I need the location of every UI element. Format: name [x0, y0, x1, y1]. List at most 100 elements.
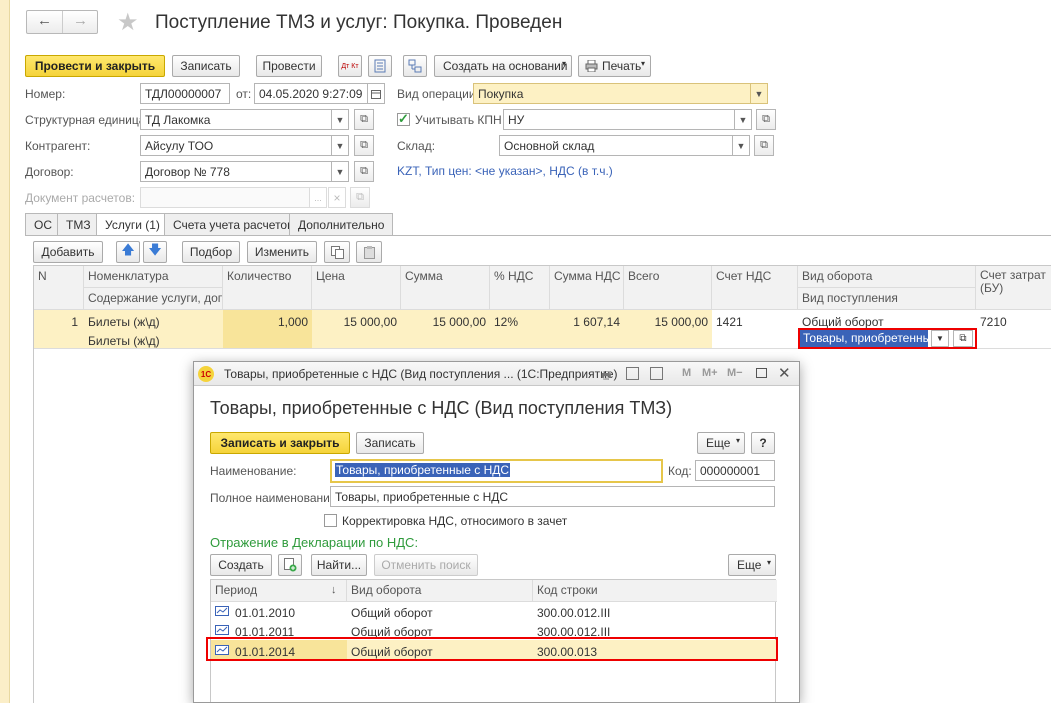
row-quantity[interactable]: 1,000: [223, 312, 312, 332]
dt-kt-icon[interactable]: Дт Кт: [338, 55, 362, 77]
tab-os[interactable]: ОС: [25, 213, 61, 235]
help-button[interactable]: ?: [751, 432, 775, 454]
chevron-down-icon[interactable]: ▼: [750, 83, 768, 104]
vat-correction-checkbox[interactable]: [324, 514, 337, 527]
unit-field[interactable]: ТД Лакомка: [140, 109, 332, 130]
chevron-down-icon[interactable]: ▼: [331, 161, 349, 182]
col-sum[interactable]: Сумма: [401, 266, 490, 310]
date-label: от:: [236, 87, 252, 101]
name-field[interactable]: Товары, приобретенные с НДС: [330, 459, 663, 483]
row-nomenclature[interactable]: Билеты (ж\д): [84, 312, 223, 332]
table-row[interactable]: 01.01.2010 Общий оборот 300.00.012.III: [211, 602, 777, 621]
move-up-icon[interactable]: 🡅: [116, 241, 140, 263]
code-field[interactable]: 000000001: [695, 460, 775, 481]
add-copy-icon[interactable]: [278, 554, 302, 576]
row-price[interactable]: 15 000,00: [312, 312, 401, 332]
chevron-down-icon[interactable]: ▼: [331, 109, 349, 130]
close-icon[interactable]: ✕: [778, 364, 791, 382]
change-button[interactable]: Изменить: [247, 241, 317, 263]
col-vat-account[interactable]: Счет НДС: [712, 266, 798, 310]
fullname-field[interactable]: Товары, приобретенные с НДС: [330, 486, 775, 507]
forward-icon[interactable]: →: [73, 12, 88, 29]
col-turnover-type[interactable]: Вид оборота: [347, 580, 533, 602]
memory-plus-icon[interactable]: M+: [702, 367, 718, 379]
col-service-content[interactable]: Содержание услуги, доп.: [84, 288, 223, 310]
col-turnover[interactable]: Вид оборота: [798, 266, 976, 288]
record-icon: [215, 606, 229, 616]
col-row-code[interactable]: Код строки: [533, 580, 777, 602]
copy-icon[interactable]: [324, 241, 350, 263]
memory-minus-icon[interactable]: M−: [727, 367, 743, 379]
col-nomenclature[interactable]: Номенклатура: [84, 266, 223, 288]
row-total[interactable]: 15 000,00: [624, 312, 712, 332]
tab-services[interactable]: Услуги (1): [96, 213, 169, 236]
price-info-link[interactable]: KZT, Тип цен: <не указан>, НДС (в т.ч.): [397, 164, 613, 178]
chevron-down-icon: ▾: [735, 436, 740, 445]
dialog-save-button[interactable]: Записать: [356, 432, 424, 454]
tab-tmz[interactable]: ТМЗ: [57, 213, 100, 235]
paste-icon[interactable]: [356, 241, 382, 263]
open-icon[interactable]: ⧉: [756, 109, 776, 130]
move-down-icon[interactable]: 🡇: [143, 241, 167, 263]
back-icon[interactable]: ←: [37, 12, 52, 29]
col-n[interactable]: N: [34, 266, 84, 310]
structure-icon-svg: [408, 59, 422, 73]
post-close-button[interactable]: Провести и закрыть: [25, 55, 165, 77]
select-button[interactable]: Подбор: [182, 241, 240, 263]
open-icon[interactable]: ⧉: [354, 135, 374, 156]
row-sum[interactable]: 15 000,00: [401, 312, 490, 332]
col-receipt-type[interactable]: Вид поступления: [798, 288, 976, 310]
col-cost-account[interactable]: Счет затрат (БУ): [976, 266, 1051, 310]
sort-down-icon[interactable]: ↓: [331, 584, 337, 596]
col-vat-sum[interactable]: Сумма НДС: [550, 266, 624, 310]
warehouse-field[interactable]: Основной склад: [499, 135, 733, 156]
kpn-field[interactable]: НУ: [503, 109, 735, 130]
print-icon[interactable]: 🖶: [601, 367, 611, 386]
add-button[interactable]: Добавить: [33, 241, 103, 263]
col-period[interactable]: Период: [211, 580, 347, 602]
calendar-icon[interactable]: [367, 83, 385, 104]
row-period: 01.01.2010: [235, 606, 296, 620]
tab-settlement-accounts[interactable]: Счета учета расчетов: [164, 213, 303, 235]
save-button[interactable]: Записать: [172, 55, 240, 77]
contractor-field[interactable]: Айсулу ТОО: [140, 135, 332, 156]
table-icon[interactable]: [626, 367, 639, 380]
contract-field[interactable]: Договор № 778: [140, 161, 332, 182]
open-icon[interactable]: ⧉: [354, 109, 374, 130]
structure-icon[interactable]: [403, 55, 427, 77]
col-vat-pct[interactable]: % НДС: [490, 266, 550, 310]
col-total[interactable]: Всего: [624, 266, 712, 310]
list-icon[interactable]: [368, 55, 392, 77]
tab-additional[interactable]: Дополнительно: [289, 213, 394, 235]
chevron-down-icon[interactable]: ▼: [331, 135, 349, 156]
cancel-find-button: Отменить поиск: [374, 554, 478, 576]
favorite-star-icon[interactable]: ★: [117, 8, 139, 37]
post-button[interactable]: Провести: [256, 55, 322, 77]
number-field[interactable]: ТДЛ00000007: [140, 83, 230, 104]
chevron-down-icon[interactable]: ▼: [732, 135, 750, 156]
find-button[interactable]: Найти...: [311, 554, 367, 576]
more-button-2[interactable]: Еще ▾: [728, 554, 776, 576]
row-cost-account[interactable]: 7210: [976, 312, 1051, 332]
date-field[interactable]: 04.05.2020 9:27:09: [254, 83, 368, 104]
more-button[interactable]: Еще ▾: [697, 432, 745, 454]
maximize-icon[interactable]: [756, 368, 767, 378]
chevron-down-icon[interactable]: ▼: [734, 109, 752, 130]
kpn-checkbox[interactable]: ✓: [397, 111, 410, 126]
open-icon[interactable]: ⧉: [754, 135, 774, 156]
col-price[interactable]: Цена: [312, 266, 401, 310]
print-button[interactable]: Печать ▾: [578, 55, 651, 77]
open-icon[interactable]: ⧉: [354, 161, 374, 182]
row-vat-pct[interactable]: 12%: [490, 312, 550, 332]
nav-buttons: ← →: [26, 10, 98, 34]
record-icon: [215, 625, 229, 635]
operation-field[interactable]: Покупка: [473, 83, 751, 104]
save-close-button[interactable]: Записать и закрыть: [210, 432, 350, 454]
row-vat-account[interactable]: 1421: [712, 312, 798, 332]
create-based-button[interactable]: Создать на основании ▾: [434, 55, 572, 77]
memory-icon[interactable]: M: [682, 367, 691, 379]
create-button[interactable]: Создать: [210, 554, 272, 576]
calendar-icon[interactable]: [650, 367, 663, 380]
col-quantity[interactable]: Количество: [223, 266, 312, 310]
row-vat-sum[interactable]: 1 607,14: [550, 312, 624, 332]
